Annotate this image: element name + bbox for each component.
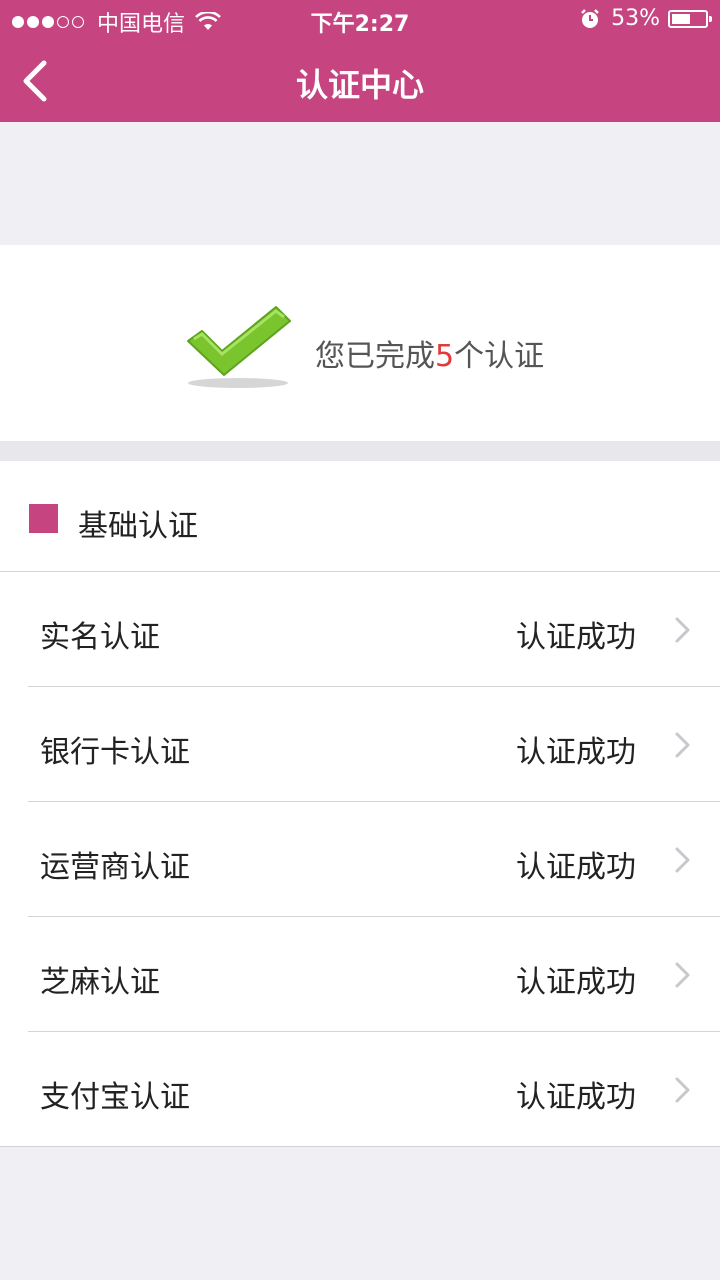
chevron-right-icon [675,1077,690,1103]
status-right: 53% [579,6,712,31]
header: 中国电信 下午2:27 53% 认证中心 [0,0,720,122]
item-status: 认证成功 [516,965,636,1000]
item-status: 认证成功 [516,1080,636,1115]
section-title: 基础认证 [78,509,198,544]
list-item-carrier[interactable]: 运营商认证 认证成功 [0,802,720,917]
page-title: 认证中心 [295,66,424,104]
checkmark-icon [187,306,291,388]
verification-list: 实名认证 认证成功 银行卡认证 认证成功 运营商认证 认证成功 芝麻认证 认证成… [0,572,720,1147]
chevron-right-icon [675,962,690,988]
list-item-bank-card[interactable]: 银行卡认证 认证成功 [0,687,720,802]
item-label: 实名认证 [40,620,160,655]
battery-icon [668,9,712,28]
summary-suffix: 个认证 [454,339,545,374]
list-item-alipay[interactable]: 支付宝认证 认证成功 [0,1032,720,1147]
item-label: 芝麻认证 [40,965,160,1000]
section-header: 基础认证 [0,461,720,572]
chevron-right-icon [675,732,690,758]
battery-percentage: 53% [611,6,660,31]
item-status: 认证成功 [516,850,636,885]
navigation-bar: 认证中心 [0,40,720,122]
chevron-right-icon [675,847,690,873]
item-status: 认证成功 [516,620,636,655]
item-status: 认证成功 [516,735,636,770]
verification-summary: 您已完成5个认证 [0,245,720,441]
chevron-right-icon [675,617,690,643]
section-divider [0,441,720,461]
summary-count: 5 [435,339,455,374]
item-label: 银行卡认证 [40,735,190,770]
section-marker [29,504,58,533]
list-item-sesame[interactable]: 芝麻认证 认证成功 [0,917,720,1032]
item-label: 支付宝认证 [40,1080,190,1115]
status-bar: 中国电信 下午2:27 53% [0,0,720,40]
summary-prefix: 您已完成 [315,339,435,374]
item-label: 运营商认证 [40,850,190,885]
alarm-clock-icon [581,8,599,28]
summary-text: 您已完成5个认证 [315,331,544,375]
list-item-real-name[interactable]: 实名认证 认证成功 [0,572,720,687]
